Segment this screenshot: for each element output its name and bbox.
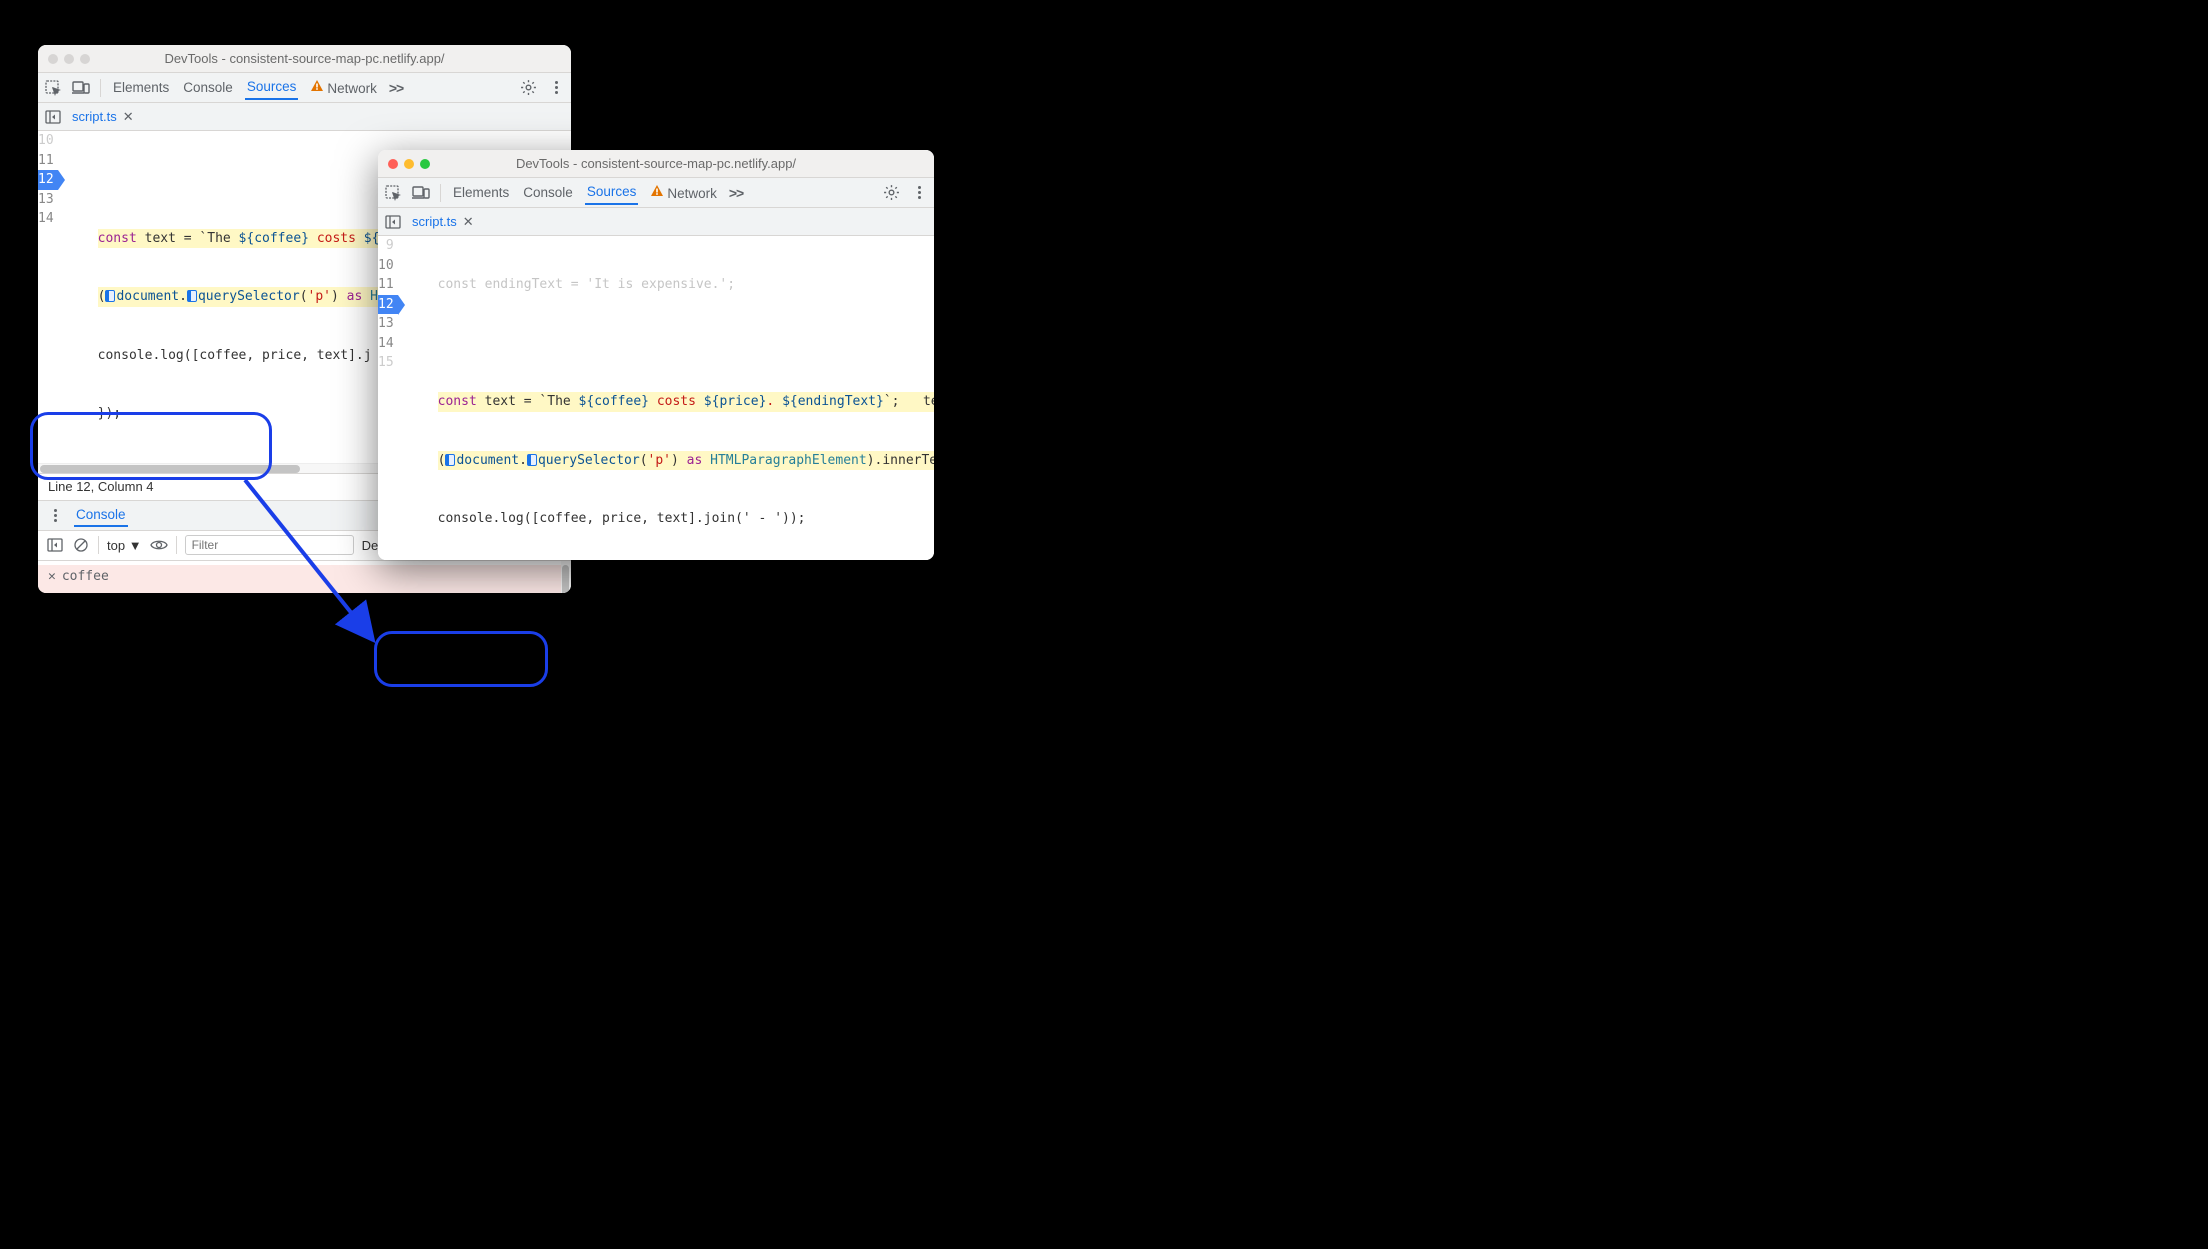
annotation-after xyxy=(374,631,548,687)
titlebar[interactable]: DevTools - consistent-source-map-pc.netl… xyxy=(38,45,571,73)
eye-icon[interactable] xyxy=(150,536,168,554)
kebab-icon[interactable] xyxy=(910,184,928,202)
close-dot[interactable] xyxy=(48,54,58,64)
kebab-icon[interactable] xyxy=(547,79,565,97)
tab-elements[interactable]: Elements xyxy=(451,181,511,204)
clear-icon[interactable] xyxy=(72,536,90,554)
minimize-dot[interactable] xyxy=(404,159,414,169)
tab-console[interactable]: Console xyxy=(521,181,575,204)
traffic-lights[interactable] xyxy=(48,54,90,64)
breakpoint-marker xyxy=(527,454,537,466)
kebab-icon[interactable] xyxy=(46,506,64,524)
warning-icon xyxy=(310,79,324,93)
filter-input[interactable] xyxy=(185,535,354,555)
tab-network[interactable]: Network xyxy=(648,180,719,205)
zoom-dot[interactable] xyxy=(80,54,90,64)
sidebar-toggle-icon[interactable] xyxy=(44,108,62,126)
sidebar-toggle-icon[interactable] xyxy=(384,213,402,231)
console-output[interactable]: ✕ coffee Uncaught ReferenceError: coffee… xyxy=(38,561,561,594)
cursor-position: Line 12, Column 4 xyxy=(48,479,154,494)
context-select[interactable]: top ▼ xyxy=(107,538,142,553)
sidebar-toggle-icon[interactable] xyxy=(46,536,64,554)
titlebar[interactable]: DevTools - consistent-source-map-pc.netl… xyxy=(378,150,934,178)
drawer-tab-console[interactable]: Console xyxy=(74,504,128,527)
tab-network[interactable]: Network xyxy=(308,75,379,100)
traffic-lights[interactable] xyxy=(388,159,430,169)
inspect-icon[interactable] xyxy=(44,79,62,97)
more-tabs[interactable]: >> xyxy=(389,80,403,96)
file-tab[interactable]: script.ts ✕ xyxy=(412,214,474,230)
gutter: 9 10 11 12 13 14 15 xyxy=(378,236,406,560)
close-dot[interactable] xyxy=(388,159,398,169)
gear-icon[interactable] xyxy=(519,79,537,97)
v-scrollbar[interactable] xyxy=(561,561,571,594)
tab-sources[interactable]: Sources xyxy=(245,75,299,100)
file-tab-bar: script.ts ✕ xyxy=(38,103,571,131)
tab-elements[interactable]: Elements xyxy=(111,76,171,99)
main-toolbar: Elements Console Sources Network >> xyxy=(378,178,934,208)
tab-console[interactable]: Console xyxy=(181,76,235,99)
breakpoint-marker xyxy=(187,290,197,302)
inspect-icon[interactable] xyxy=(384,184,402,202)
device-icon[interactable] xyxy=(412,184,430,202)
gear-icon[interactable] xyxy=(882,184,900,202)
device-icon[interactable] xyxy=(72,79,90,97)
breakpoint-marker xyxy=(105,290,115,302)
console-error: Uncaught ReferenceError: coffee is not d… xyxy=(64,590,401,593)
breakpoint-marker xyxy=(445,454,455,466)
window-title: DevTools - consistent-source-map-pc.netl… xyxy=(516,156,796,171)
window-title: DevTools - consistent-source-map-pc.netl… xyxy=(164,51,444,66)
zoom-dot[interactable] xyxy=(420,159,430,169)
gutter: 10 11 12 13 14 xyxy=(38,131,66,463)
more-tabs[interactable]: >> xyxy=(729,185,743,201)
code-body[interactable]: const endingText = 'It is expensive.'; c… xyxy=(406,236,934,560)
file-tab-bar: script.ts ✕ xyxy=(378,208,934,236)
main-toolbar: Elements Console Sources Network >> xyxy=(38,73,571,103)
close-icon[interactable]: ✕ xyxy=(123,109,134,125)
warning-icon xyxy=(650,184,664,198)
console-command: coffee xyxy=(62,567,109,587)
close-icon[interactable]: ✕ xyxy=(463,214,474,230)
devtools-window-after: DevTools - consistent-source-map-pc.netl… xyxy=(378,150,934,560)
tab-sources[interactable]: Sources xyxy=(585,180,639,205)
code-editor[interactable]: 9 10 11 12 13 14 15 const endingText = '… xyxy=(378,236,934,560)
error-icon: ✕ xyxy=(48,567,56,587)
minimize-dot[interactable] xyxy=(64,54,74,64)
file-tab[interactable]: script.ts ✕ xyxy=(72,109,134,125)
